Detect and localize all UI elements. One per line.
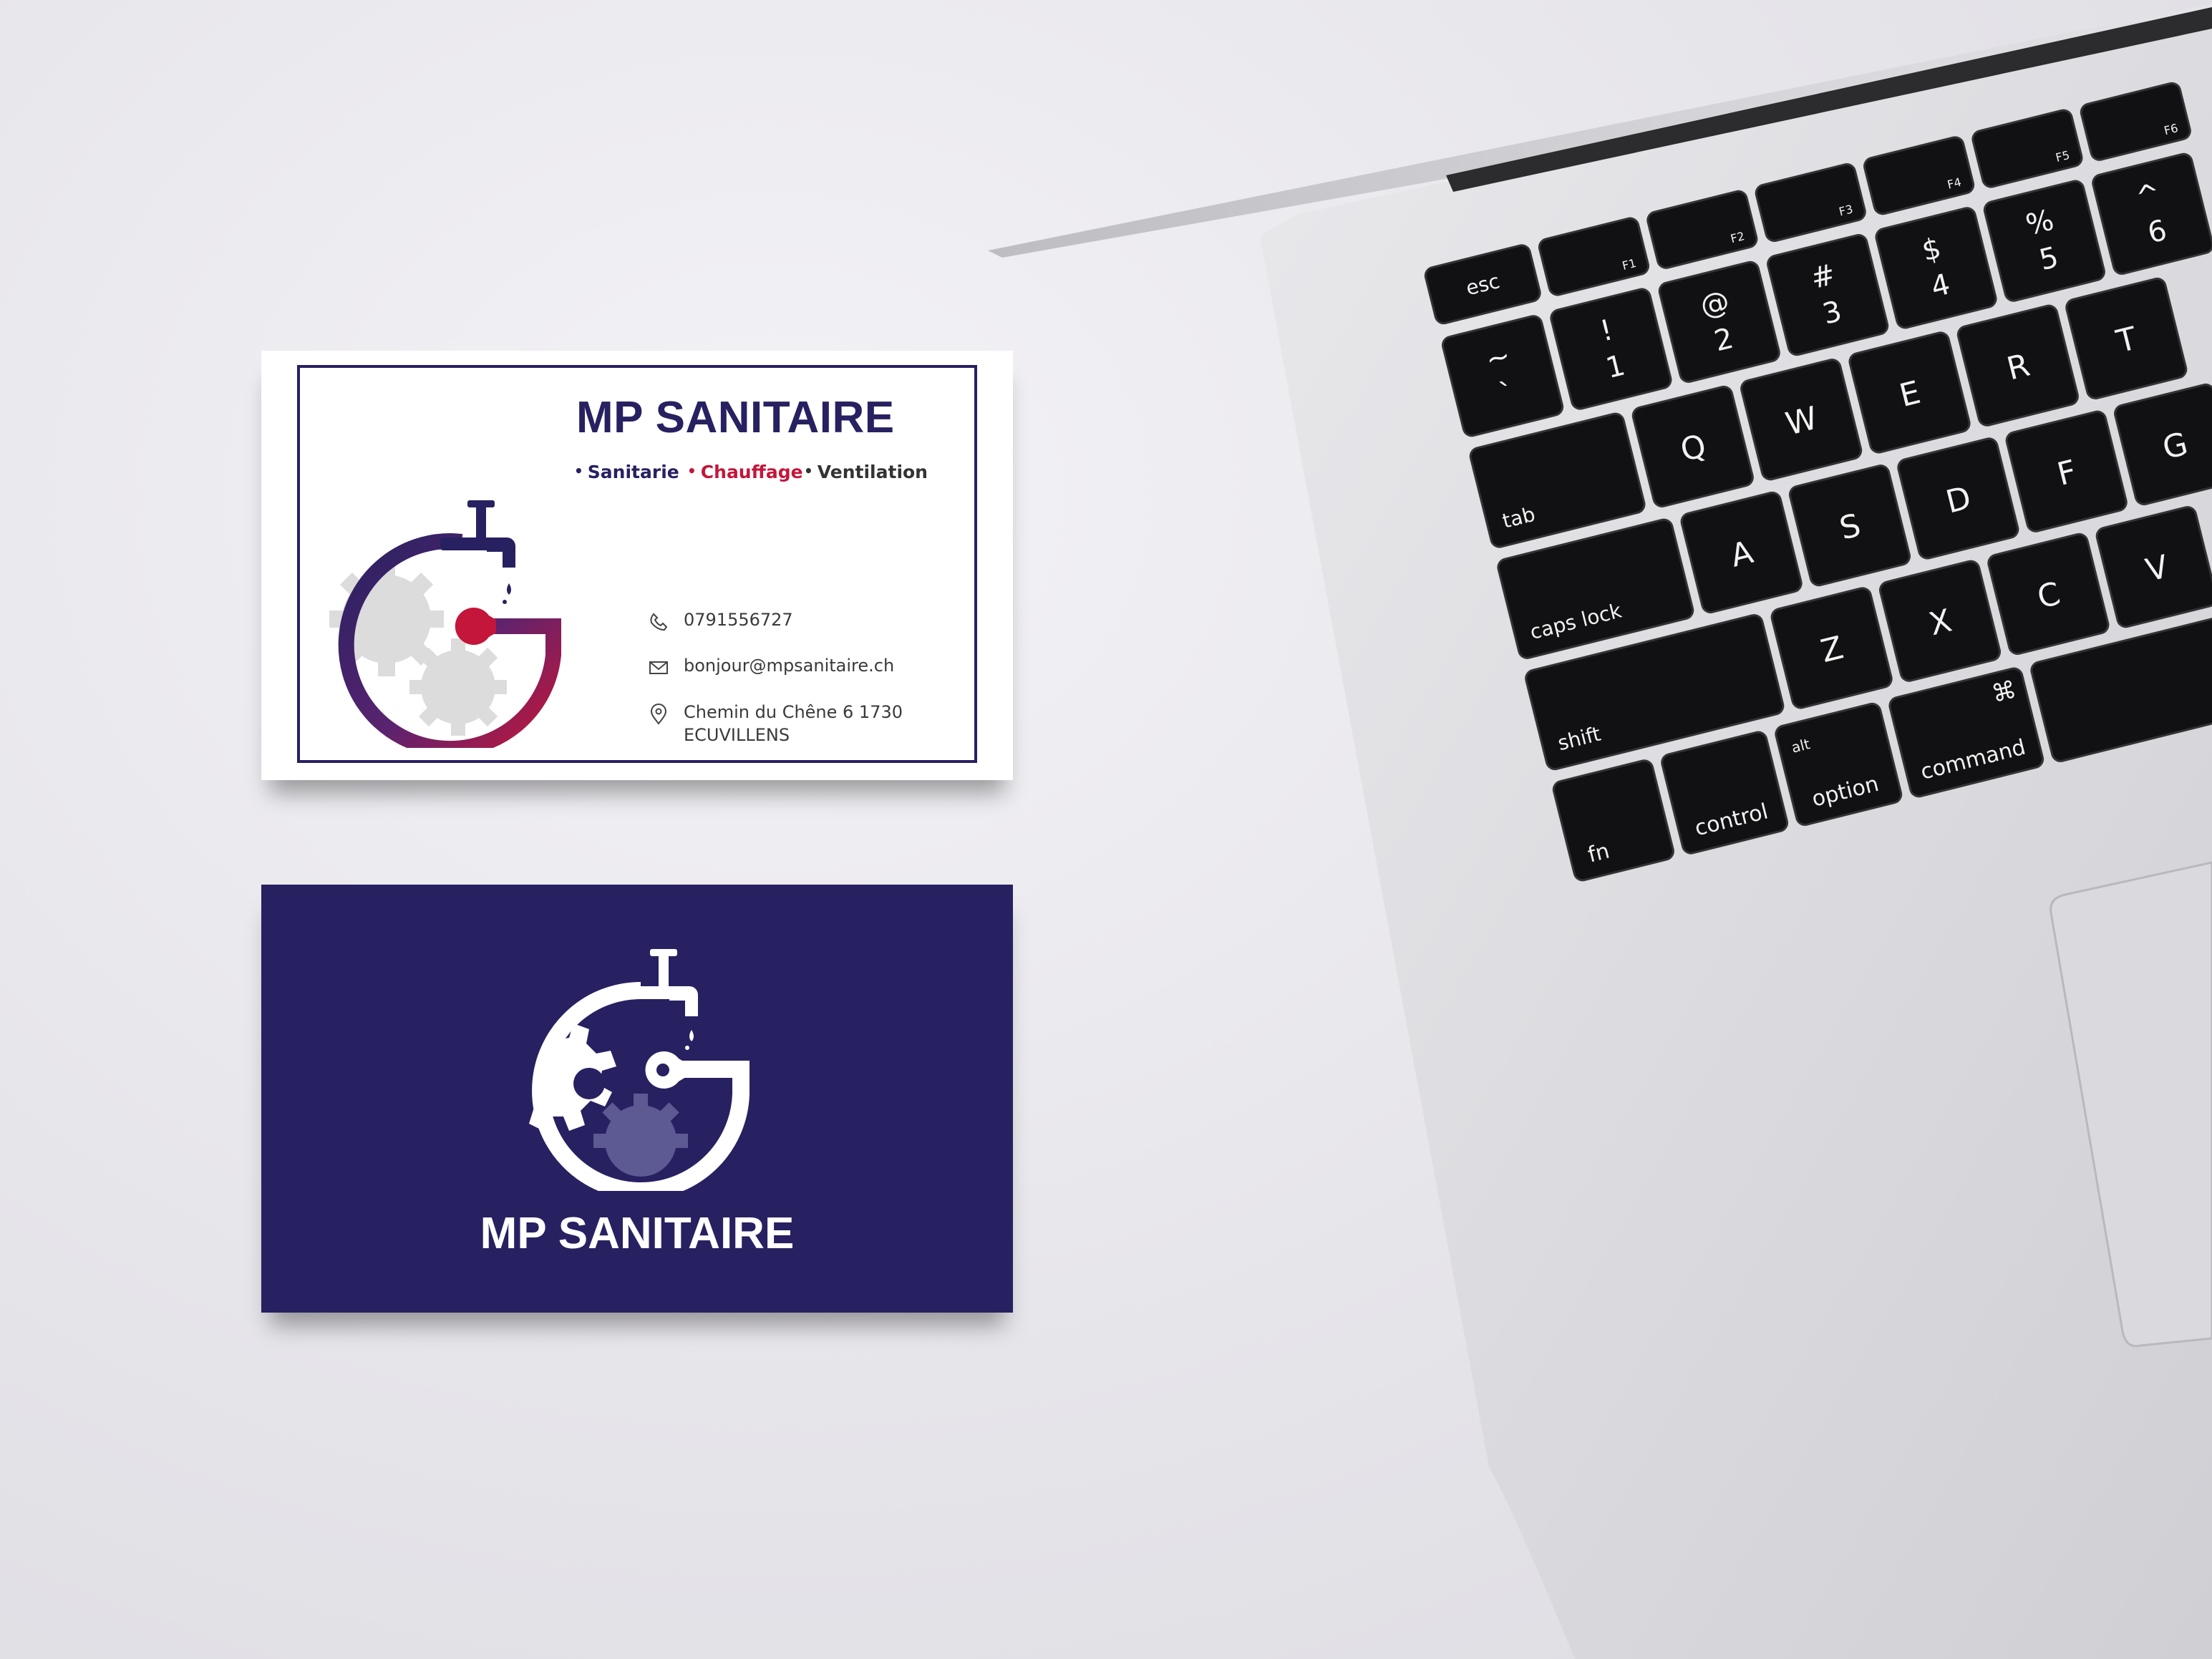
water-drop-icon [507,583,511,595]
business-card-front: MP SANITAIRE • Sanitarie • Chauffage • Vent… [261,351,1013,780]
company-logo-white [529,949,750,1191]
water-drop-icon [689,1030,694,1041]
company-name: MP SANITAIRE [576,393,895,442]
company-name-back: MP SANITAIRE [480,1209,795,1258]
gear-icon [593,1094,688,1177]
laptop: escF1F2F3F4F5F6~`!1@2#3$4%5^6tabQWERTcap… [988,4,2212,1659]
phone-icon [650,613,668,631]
contact-email: bonjour@mpsanitaire.ch [649,654,894,677]
business-card-back: MP SANITAIRE [261,885,1013,1313]
location-pin-icon [650,704,667,725]
contact-address: Chemin du Chêne 6 1730 ECUVILLENS [650,701,903,746]
service-ventilation: • Ventilation [804,462,928,482]
envelope-icon [649,661,668,674]
contact-phone: 0791556727 [650,608,793,631]
service-chauffage: • Chauffage [687,462,803,482]
company-logo [329,500,561,748]
service-sanitarie: • Sanitarie [574,462,679,482]
wrench-icon [455,608,496,645]
